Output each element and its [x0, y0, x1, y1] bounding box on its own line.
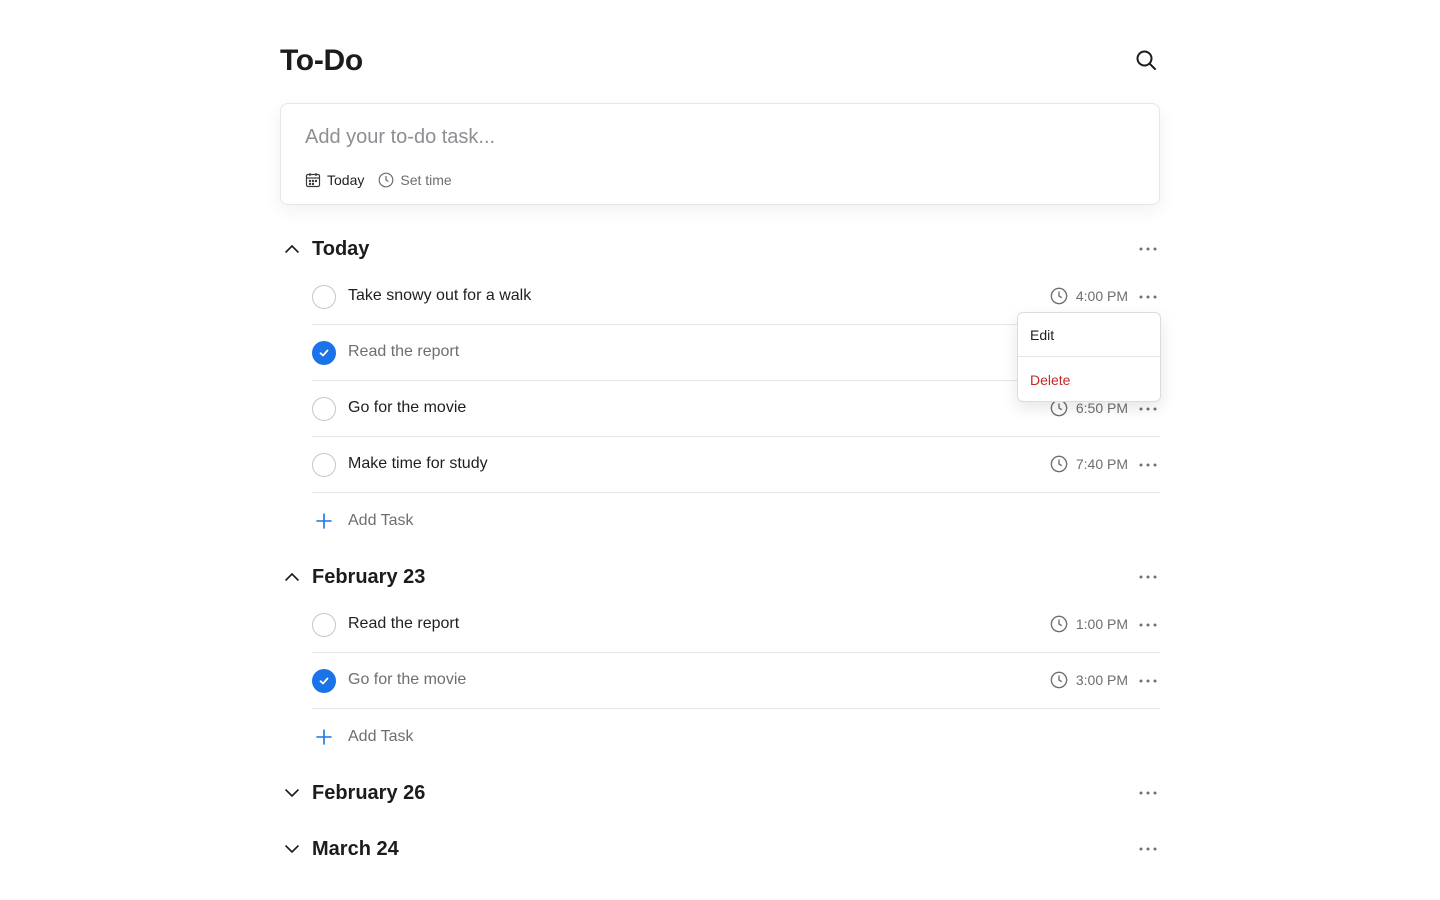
task-more-button[interactable]: [1136, 453, 1160, 477]
header: To-Do: [280, 40, 1160, 84]
todo-app: To-Do Today Set time Today Take: [280, 0, 1161, 900]
edit-menu-item[interactable]: Edit: [1018, 313, 1160, 357]
clock-icon: [1050, 287, 1068, 305]
group-more-button[interactable]: [1136, 565, 1160, 589]
task-checkbox[interactable]: [312, 613, 336, 637]
group-title: February 23: [312, 565, 426, 588]
task-time: 4:00 PM: [1050, 287, 1128, 305]
task-input[interactable]: [305, 122, 1105, 152]
chevron-down-icon: [285, 845, 299, 854]
task-more-button[interactable]: [1136, 669, 1160, 693]
task-title[interactable]: Go for the movie: [348, 399, 466, 417]
page-title: To-Do: [280, 44, 363, 77]
menu-divider: [1018, 356, 1160, 357]
clock-icon: [1050, 671, 1068, 689]
task-title[interactable]: Take snowy out for a walk: [348, 287, 531, 305]
task-row: Read the report 1:00 PM: [312, 597, 1160, 653]
task-checkbox-checked[interactable]: [312, 341, 336, 365]
task-time: 7:40 PM: [1050, 455, 1128, 473]
more-icon: [1139, 679, 1157, 683]
search-icon: [1136, 50, 1156, 70]
calendar-icon: [305, 173, 321, 188]
more-icon: [1139, 791, 1157, 795]
collapse-toggle[interactable]: [280, 565, 304, 589]
group-header-february-26: February 26: [280, 777, 1160, 809]
task-title[interactable]: Go for the movie: [348, 671, 466, 689]
task-composer: Today Set time: [280, 103, 1160, 205]
expand-toggle[interactable]: [280, 781, 304, 805]
add-task-button[interactable]: Add Task: [312, 717, 612, 757]
add-task-label: Add Task: [348, 512, 414, 529]
set-time-label: Set time: [400, 172, 452, 188]
clock-icon: [1050, 615, 1068, 633]
task-checkbox-checked[interactable]: [312, 669, 336, 693]
task-row: Go for the movie 3:00 PM: [312, 653, 1160, 709]
expand-toggle[interactable]: [280, 837, 304, 861]
task-time-label: 7:40 PM: [1075, 456, 1128, 472]
task-title[interactable]: Read the report: [348, 343, 459, 361]
group-more-button[interactable]: [1136, 837, 1160, 861]
task-more-button[interactable]: [1136, 613, 1160, 637]
task-checkbox[interactable]: [312, 285, 336, 309]
task-more-button[interactable]: [1136, 285, 1160, 309]
task-time-label: 3:00 PM: [1075, 672, 1128, 688]
task-checkbox[interactable]: [312, 397, 336, 421]
checkmark-icon: [319, 677, 329, 685]
task-time-label: 4:00 PM: [1075, 288, 1128, 304]
composer-options: Today Set time: [305, 170, 452, 190]
plus-icon: [312, 725, 336, 749]
task-checkbox[interactable]: [312, 453, 336, 477]
more-icon: [1139, 623, 1157, 627]
chevron-up-icon: [285, 572, 299, 581]
more-icon: [1139, 463, 1157, 467]
set-time-button[interactable]: Set time: [378, 172, 452, 188]
group-title: March 24: [312, 837, 399, 860]
group-more-button[interactable]: [1136, 781, 1160, 805]
more-icon: [1139, 247, 1157, 251]
add-task-label: Add Task: [348, 728, 414, 745]
group-title: Today: [312, 237, 370, 260]
more-icon: [1139, 407, 1157, 411]
more-icon: [1139, 847, 1157, 851]
clock-icon: [378, 172, 394, 188]
checkmark-icon: [319, 349, 329, 357]
add-task-button[interactable]: Add Task: [312, 501, 612, 541]
group-more-button[interactable]: [1136, 237, 1160, 261]
chevron-up-icon: [285, 244, 299, 253]
more-icon: [1139, 575, 1157, 579]
date-label: Today: [327, 172, 365, 188]
task-time: 1:00 PM: [1050, 615, 1128, 633]
search-button[interactable]: [1132, 46, 1160, 74]
group-header-today: Today: [280, 233, 1160, 265]
task-context-menu: Edit Delete: [1017, 312, 1161, 402]
chevron-down-icon: [285, 789, 299, 798]
task-row: Make time for study 7:40 PM: [312, 437, 1160, 493]
date-picker-button[interactable]: Today: [305, 172, 364, 188]
task-title[interactable]: Read the report: [348, 615, 459, 633]
group-header-february-23: February 23: [280, 561, 1160, 593]
task-title[interactable]: Make time for study: [348, 455, 488, 473]
more-icon: [1139, 295, 1157, 299]
clock-icon: [1050, 455, 1068, 473]
task-time-label: 6:50 PM: [1075, 400, 1128, 416]
delete-menu-item[interactable]: Delete: [1018, 358, 1160, 402]
task-time-label: 1:00 PM: [1075, 616, 1128, 632]
plus-icon: [312, 509, 336, 533]
group-title: February 26: [312, 781, 426, 804]
task-time: 3:00 PM: [1050, 671, 1128, 689]
group-header-march-24: March 24: [280, 833, 1160, 865]
collapse-toggle[interactable]: [280, 237, 304, 261]
